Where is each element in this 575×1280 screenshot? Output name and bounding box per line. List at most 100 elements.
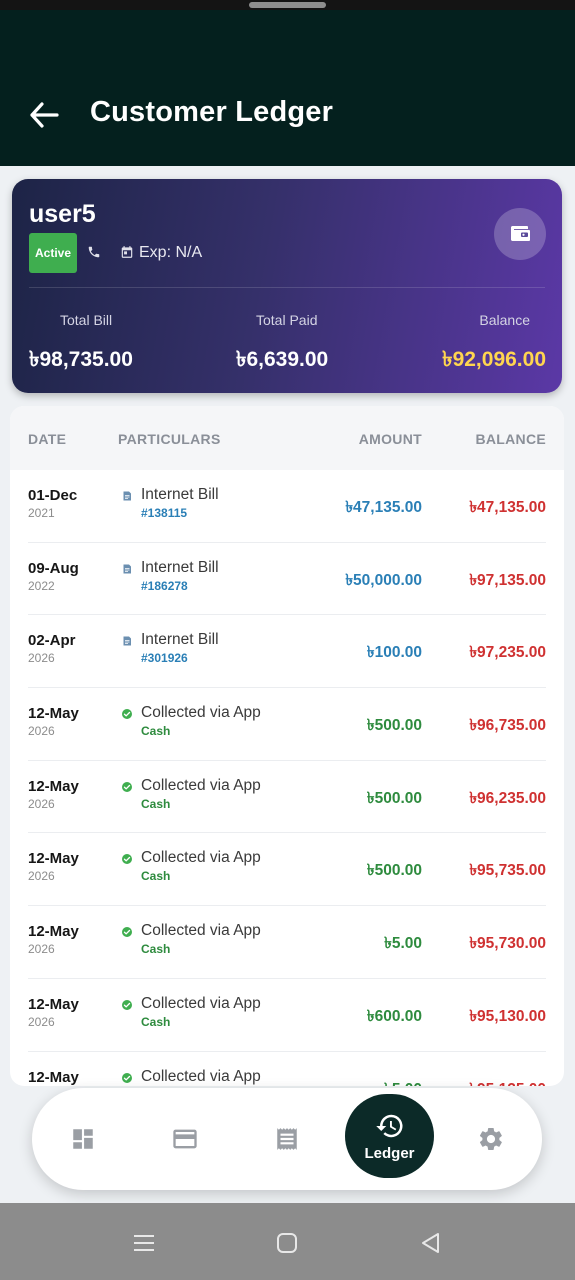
row-amount: ৳600.00 [366,1007,422,1025]
column-balance: BALANCE [475,431,546,447]
bill-document-icon [121,489,133,507]
row-particulars: Internet Bill [141,486,219,503]
row-reference: #138115 [141,506,188,520]
ledger-header: DATE PARTICULARS AMOUNT BALANCE [10,406,564,470]
row-amount: ৳50,000.00 [345,571,422,589]
row-particulars: Collected via App [141,704,261,722]
row-particulars: Collected via App [141,922,261,940]
settings-gear-icon [479,1128,502,1150]
balance-label: Balance [479,312,530,328]
row-amount: ৳100.00 [366,644,422,662]
row-particulars: Internet Bill [141,631,219,649]
recent-apps-button[interactable] [129,1228,159,1258]
row-reference: Cash [141,724,171,739]
card-divider [29,287,545,288]
ledger-table: DATE PARTICULARS AMOUNT BALANCE 01-Dec 20… [10,406,564,1086]
row-year: 2021 [28,506,55,520]
row-date: 02-Apr [28,632,76,650]
row-balance: ৳95,730.00 [469,935,546,953]
row-year: 2026 [28,942,55,957]
calendar-icon [120,245,134,264]
row-particulars: Collected via App [141,849,261,867]
row-date: 12-May [28,705,79,723]
row-date: 09-Aug [28,559,79,577]
column-amount: AMOUNT [358,431,422,447]
row-particulars: Internet Bill [141,558,219,576]
customer-summary-card: user5 Active Exp: N/A Total Bill ৳98,735… [12,179,562,393]
row-year: 2026 [28,796,55,811]
ledger-rows: 01-Dec 2021 Internet Bill #138115 ৳47,135.00… [10,470,564,1086]
row-particulars: Collected via App [141,776,261,794]
customer-name: user5 [29,200,96,228]
row-date: 12-May [28,777,79,795]
row-date: 12-May [28,923,79,941]
card-icon [173,1129,197,1149]
expiry-date: Exp: N/A [139,244,203,261]
row-year: 2026 [28,1014,55,1029]
row-reference: Cash [141,796,171,811]
table-row[interactable]: 12-May 2026 Collected via App Cash ৳500.00 ৳9… [10,761,564,834]
table-row[interactable]: 12-May 2026 Collected via App Cash ৳500.00 ৳9… [10,688,564,761]
table-row[interactable]: 12-May2026Collected via AppCash৳5.00৳95,… [10,906,564,979]
nav-bills[interactable] [252,1088,322,1190]
row-year: 2026 [28,724,55,739]
bill-document-icon [121,634,133,652]
nav-settings[interactable] [456,1088,526,1190]
check-circle-icon [121,707,133,725]
back-button[interactable] [22,95,66,135]
menu-lines-icon [134,1235,154,1251]
row-balance: ৳97,135.00 [469,571,546,589]
bottom-navigation: Ledger [32,1088,542,1190]
row-year: 2026 [28,869,55,884]
nav-payments[interactable] [150,1088,220,1190]
row-reference: Cash [141,1014,171,1029]
row-reference: #301926 [141,651,188,666]
row-year: 2022 [28,578,55,593]
total-paid-value: ৳6,639.00 [236,348,329,371]
nav-dashboard[interactable] [48,1088,118,1190]
table-row[interactable]: 12-May2026Collected via AppCash৳5.00৳95,… [10,1052,564,1087]
status-bar [0,0,575,10]
system-back-button[interactable] [415,1228,445,1258]
table-row[interactable]: 09-Aug 2022 Internet Bill #186278 ৳50,000.00… [10,543,564,616]
nav-ledger[interactable]: Ledger [345,1094,434,1178]
row-particulars: Collected via App [141,1067,261,1085]
row-reference: Cash [141,869,171,884]
table-row[interactable]: 12-May 2026 Collected via App Cash ৳500.00 ৳9… [10,833,564,907]
arrow-left-icon [30,102,59,128]
app-bar: Customer Ledger [0,10,575,166]
status-badge: Active [29,233,77,273]
phone-icon[interactable] [87,245,101,264]
row-balance: ৳47,135.00 [469,499,546,516]
row-reference: #186278 [141,578,188,593]
balance-value: ৳92,096.00 [442,348,546,371]
table-row[interactable]: 12-May 2026 Collected via App Cash ৳600.00 ৳9… [10,979,564,1052]
wallet-button[interactable] [494,208,546,260]
row-amount: ৳500.00 [366,862,422,880]
back-triangle-icon [422,1233,439,1253]
row-year: 2026 [28,651,55,666]
row-amount: ৳47,135.00 [345,499,422,516]
table-row[interactable]: 02-Apr 2026 Internet Bill #301926 ৳100.00 ৳97… [10,615,564,689]
history-icon [375,1114,403,1137]
row-particulars: Collected via App [141,994,261,1012]
row-balance: ৳96,235.00 [469,789,546,807]
check-circle-icon [121,998,133,1016]
row-amount: ৳500.00 [366,717,422,735]
row-reference: Cash [141,942,171,957]
home-button[interactable] [272,1228,302,1258]
total-paid-label: Total Paid [256,312,318,328]
column-date: DATE [28,431,67,447]
wallet-icon [511,226,530,241]
row-amount: ৳5.00 [384,1077,422,1087]
table-row[interactable]: 01-Dec 2021 Internet Bill #138115 ৳47,135.00… [10,470,564,543]
home-square-icon [277,1233,297,1253]
page-title: Customer Ledger [90,96,334,128]
row-date: 01-Dec [28,487,78,504]
row-balance: ৳95,735.00 [469,862,546,880]
receipt-icon [277,1128,297,1150]
row-date: 12-May [28,1068,79,1086]
gesture-pill [249,2,326,8]
column-particulars: PARTICULARS [118,431,221,447]
bill-document-icon [121,562,133,580]
